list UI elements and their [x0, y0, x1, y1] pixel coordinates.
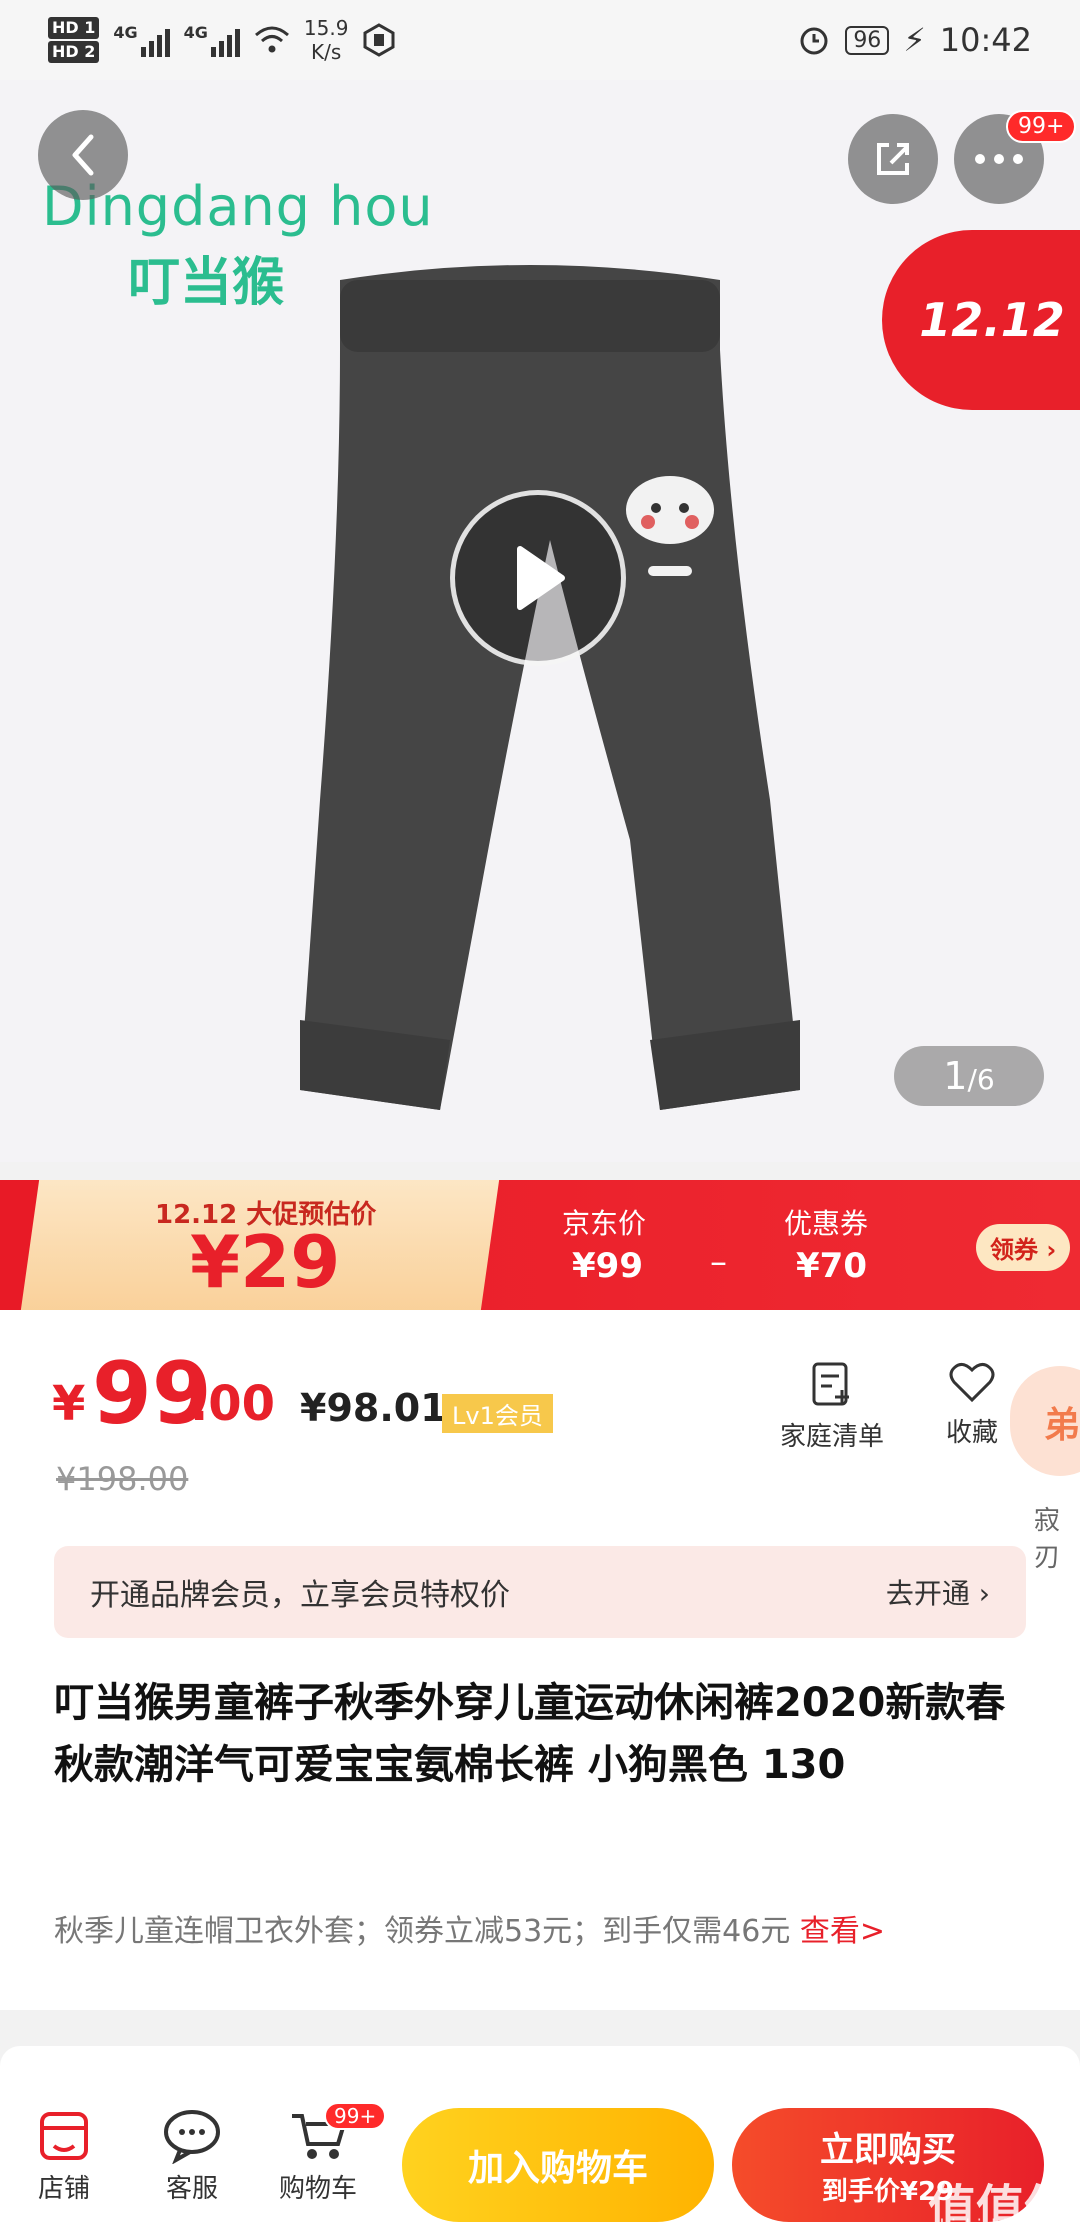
get-coupon-button[interactable]: 领券 › — [976, 1224, 1071, 1271]
jd-price-label: 京东价 — [562, 1207, 647, 1240]
service-label: 客服 — [165, 2174, 218, 2204]
hd-indicator: HD 1 HD 2 — [48, 16, 100, 64]
estimate-price: ¥29 — [190, 1220, 341, 1304]
member-banner[interactable]: 开通品牌会员，立享会员特权价 去开通 › — [54, 1546, 1026, 1638]
hexagon-icon — [363, 23, 395, 57]
net-speed-value: 15.9 — [303, 16, 349, 40]
coupon-value: ¥70 — [796, 1246, 867, 1286]
more-badge: 99+ — [1006, 110, 1077, 143]
status-bar: HD 1 HD 2 4G 4G 15.9 K/s 96 ⚡ 10:42 — [0, 0, 1080, 80]
net1-label: 4G — [113, 23, 138, 42]
cart-button[interactable]: 99+ 购物车 — [268, 2102, 387, 2205]
price-decimal: .00 — [190, 1376, 276, 1432]
hd1-label: HD 1 — [48, 17, 100, 39]
service-button[interactable]: 客服 — [142, 2108, 242, 2205]
clock-time: 10:42 — [939, 21, 1032, 59]
side-float-text: 寂刃 — [1034, 1506, 1061, 1573]
hd2-label: HD 2 — [48, 41, 100, 63]
play-video-button[interactable] — [450, 490, 626, 666]
shop-button[interactable]: 店铺 — [14, 2108, 114, 2205]
signal-icon: 4G — [113, 23, 170, 57]
member-open-link[interactable]: 去开通 › — [886, 1572, 990, 1612]
see-more-link[interactable]: 查看> — [800, 1914, 885, 1949]
image-counter: 1/6 — [894, 1046, 1044, 1106]
vip-badge: Lv1会员 — [442, 1394, 553, 1433]
family-list-label: 家庭清单 — [780, 1422, 885, 1452]
jd-price-value: ¥99 — [572, 1246, 643, 1286]
cart-badge: 99+ — [324, 2102, 387, 2130]
bottom-action-bar: 店铺 客服 99+ 购物车 加入购物车 立即购买 到手价¥29 — [0, 2090, 1080, 2240]
back-icon — [72, 134, 94, 176]
shop-label: 店铺 — [37, 2174, 90, 2204]
product-image — [300, 265, 800, 1110]
vip-price: ¥98.01 — [300, 1386, 447, 1430]
image-counter-current: 1 — [943, 1054, 968, 1098]
shop-icon — [40, 2112, 88, 2160]
family-list-button[interactable]: 家庭清单 — [780, 1360, 884, 1453]
net2-label: 4G — [183, 23, 208, 42]
original-price: ¥198.00 — [56, 1460, 189, 1498]
more-icon — [975, 154, 1023, 164]
promo-subline-text: 秋季儿童连帽卫衣外套；领券立减53元；到手仅需46元 — [54, 1914, 791, 1949]
product-gallery[interactable]: Dingdang hou 叮当猴 99+ 12.12 1/6 — [0, 80, 1080, 1162]
price-card: ¥ 99 .00 ¥98.01 Lv1会员 ¥198.00 家庭清单 收藏 弟 … — [0, 1310, 1080, 2010]
back-button[interactable] — [38, 110, 128, 200]
image-counter-total: /6 — [967, 1063, 995, 1096]
battery-level: 96 — [845, 25, 890, 55]
alarm-icon — [800, 27, 828, 55]
watermark-url: zhizhizhi.com — [930, 2216, 1052, 2237]
net-speed: 15.9 K/s — [304, 16, 349, 64]
product-title: 叮当猴男童裤子秋季外穿儿童运动休闲裤2020新款春秋款潮洋气可爱宝宝氨棉长裤 小… — [54, 1680, 1006, 1788]
net-speed-unit: K/s — [311, 40, 342, 64]
double12-tag[interactable]: 12.12 — [882, 230, 1080, 410]
side-float-chip[interactable]: 弟 — [1010, 1366, 1080, 1476]
cart-label: 购物车 — [278, 2174, 357, 2204]
family-list-icon — [812, 1362, 849, 1406]
promo-subline[interactable]: 秋季儿童连帽卫衣外套；领券立减53元；到手仅需46元 查看> — [54, 1906, 885, 1950]
charging-icon: ⚡ — [903, 21, 926, 59]
add-to-cart-button[interactable]: 加入购物车 — [402, 2108, 714, 2222]
minus-sign: – — [710, 1242, 727, 1282]
share-icon — [877, 143, 909, 175]
share-button[interactable] — [848, 114, 938, 204]
favorite-label: 收藏 — [946, 1418, 999, 1448]
price-currency: ¥ — [52, 1376, 86, 1432]
member-text: 开通品牌会员，立享会员特权价 — [90, 1578, 510, 1613]
promo-bar[interactable]: 12.12 大促预估价 ¥29 京东价 ¥99 – 优惠券 ¥70 领券 › — [0, 1180, 1080, 1310]
wifi-icon — [254, 26, 289, 53]
play-icon — [517, 546, 565, 610]
favorite-button[interactable]: 收藏 — [946, 1360, 998, 1449]
service-icon — [164, 2110, 220, 2164]
signal-icon-2: 4G — [184, 23, 240, 57]
buy-now-label: 立即购买 — [820, 2130, 956, 2170]
heart-icon — [949, 1363, 995, 1403]
coupon-label: 优惠券 — [784, 1207, 869, 1240]
